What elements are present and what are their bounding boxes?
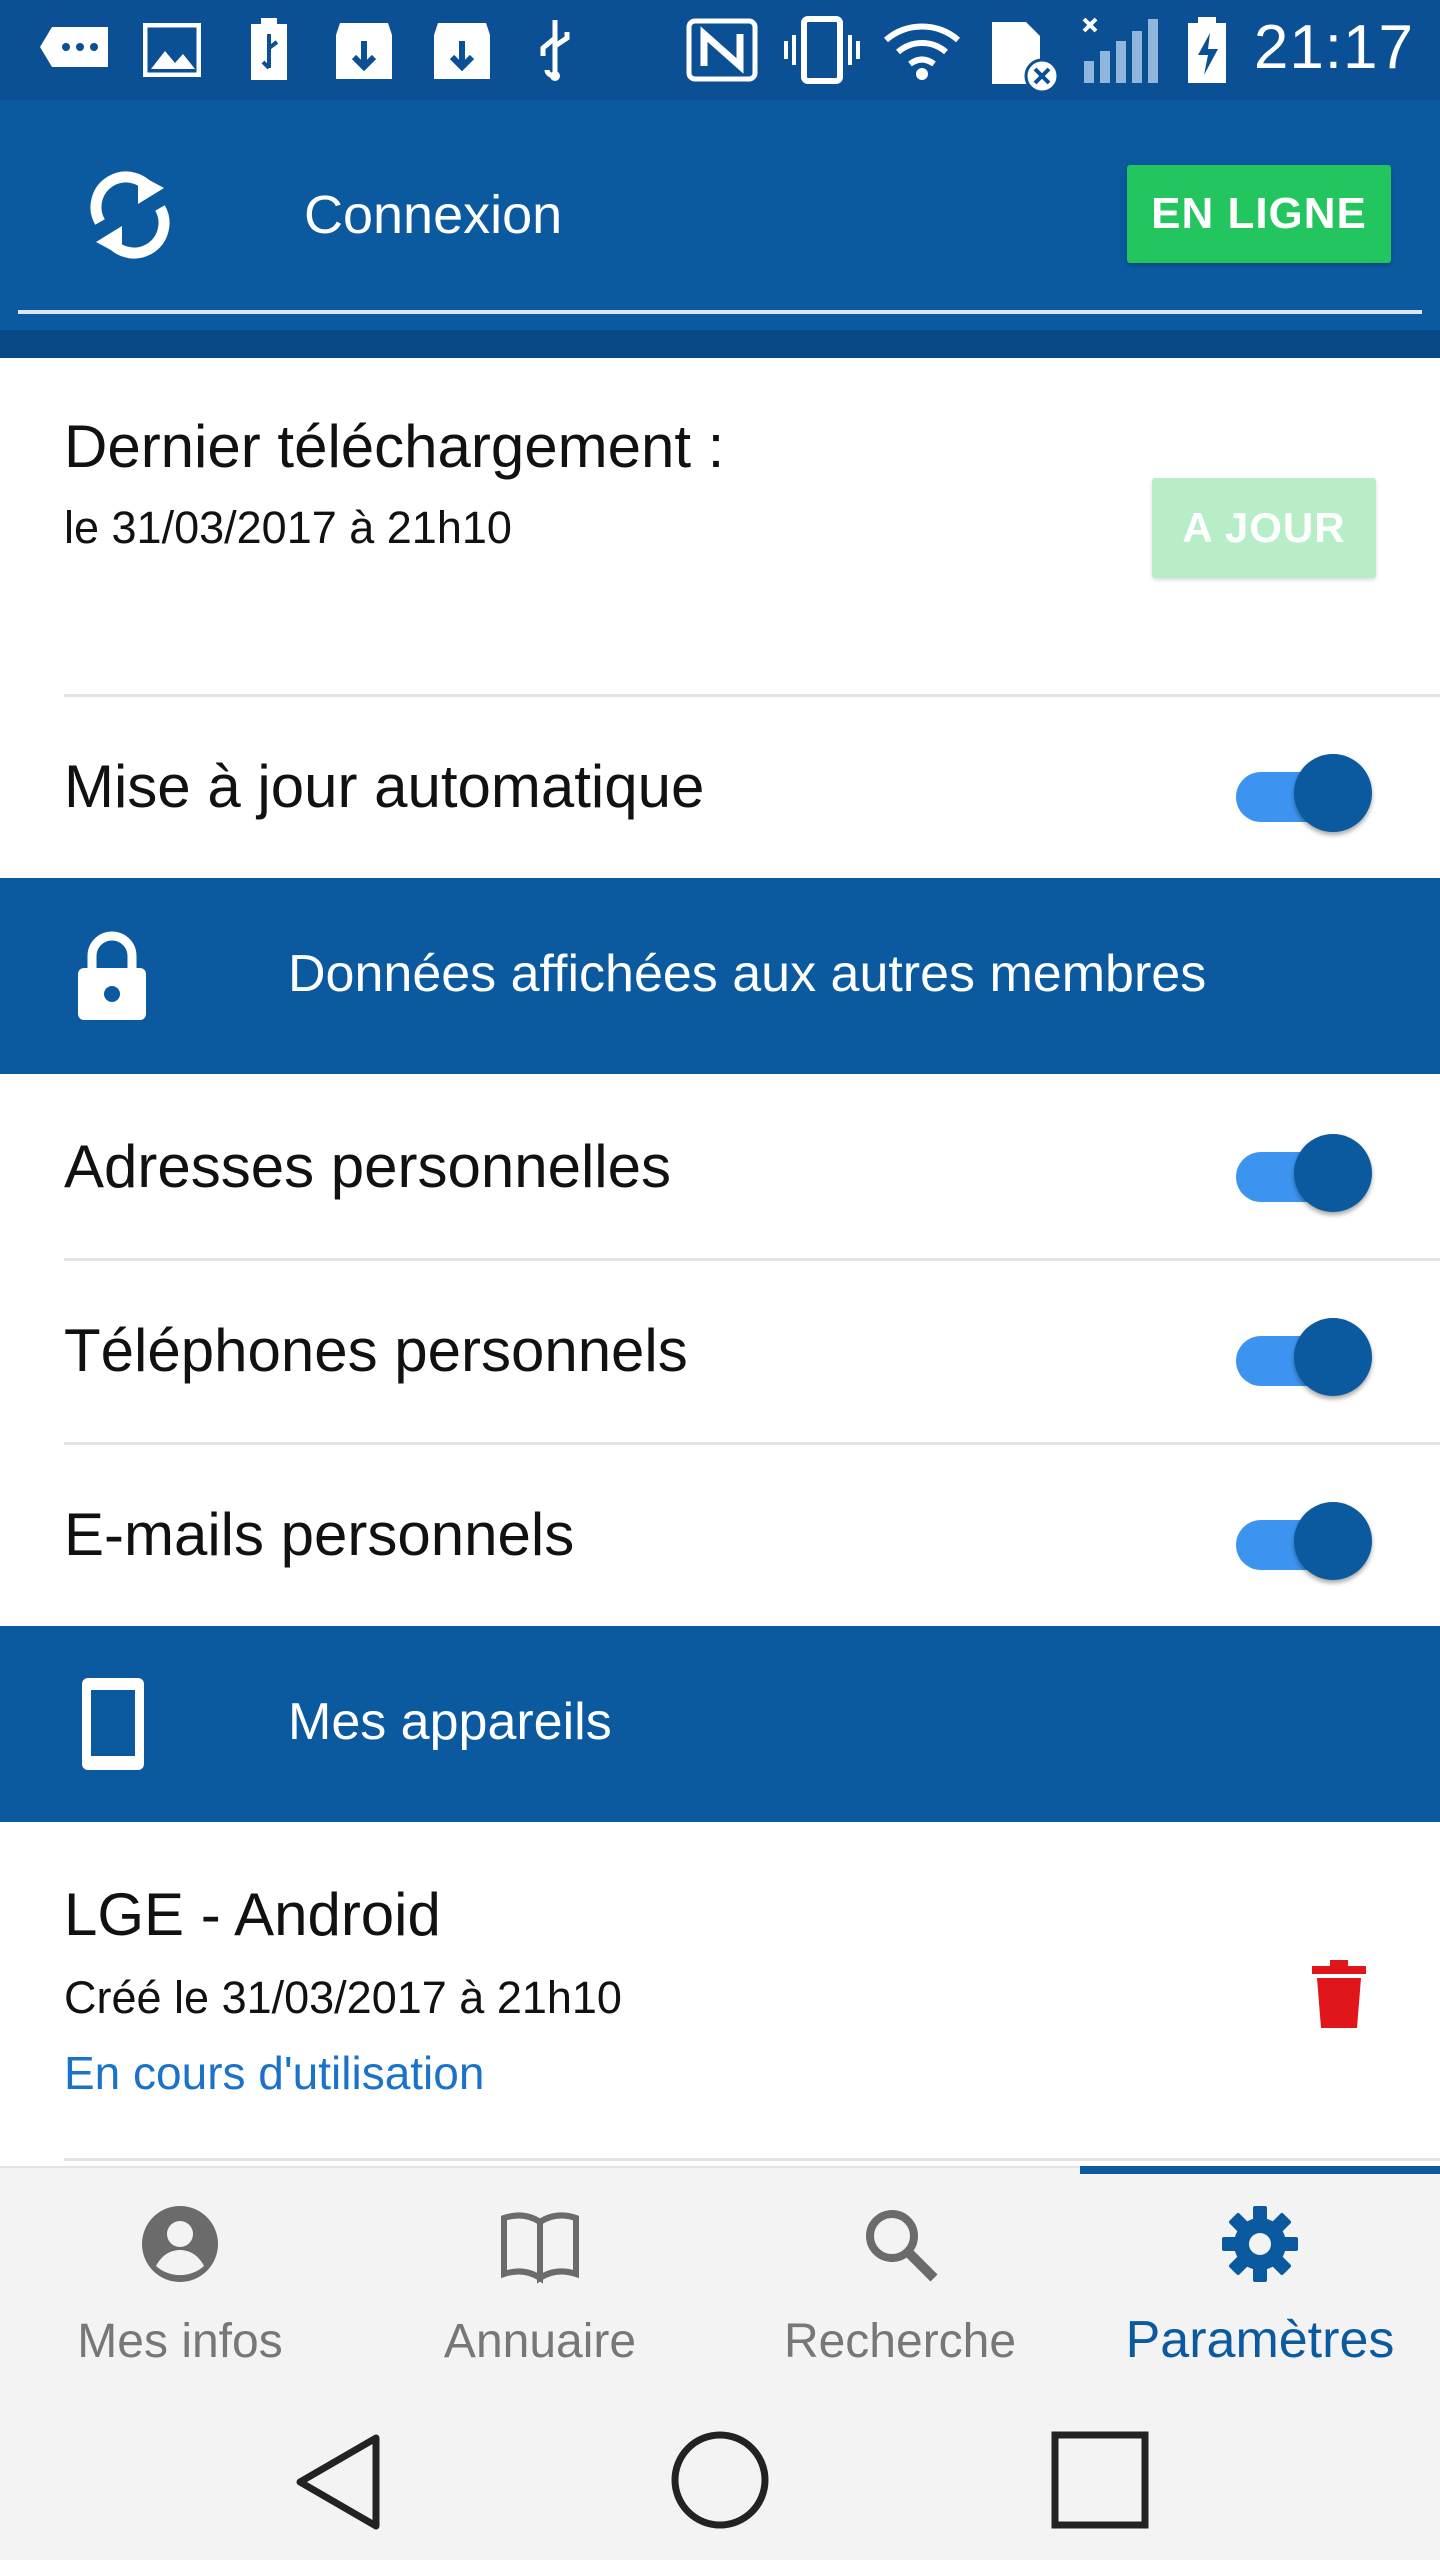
auto-update-label: Mise à jour automatique: [64, 753, 705, 820]
nav-item-mes-infos[interactable]: Mes infos: [0, 2168, 360, 2398]
device-status: En cours d'utilisation: [64, 2047, 485, 2099]
nav-label-recherche: Recherche: [783, 2315, 1017, 2368]
toggle-thumb: [1294, 1134, 1372, 1212]
bottom-navigation: Mes infos Annuaire Recherche Paramètres: [0, 2166, 1440, 2398]
trash-icon[interactable]: [1310, 1958, 1368, 2030]
online-status-button[interactable]: EN LIGNE: [1127, 165, 1391, 263]
toggle-thumb: [1294, 1502, 1372, 1580]
sync-icon[interactable]: [86, 166, 174, 264]
last-download-date: le 31/03/2017 à 21h10: [64, 502, 512, 553]
emails-toggle[interactable]: [1228, 1496, 1378, 1582]
download-icon: [428, 20, 496, 80]
download-icon: [330, 20, 398, 80]
phones-label: Téléphones personnels: [64, 1317, 688, 1384]
back-icon[interactable]: [292, 2432, 386, 2532]
system-navigation-bar: [0, 2396, 1440, 2560]
device-created: Créé le 31/03/2017 à 21h10: [64, 1972, 622, 2023]
up-to-date-button[interactable]: A JOUR: [1152, 478, 1376, 578]
toggle-thumb: [1294, 1318, 1372, 1396]
usb-icon: [244, 18, 294, 80]
active-tab-indicator: [1080, 2166, 1440, 2174]
vibrate-icon: [780, 16, 864, 84]
device-name: LGE - Android: [64, 1881, 441, 1948]
toggle-thumb: [1294, 754, 1372, 832]
battery-charging-icon: [1182, 17, 1232, 83]
phone-icon: [78, 1674, 148, 1774]
header-divider: [18, 310, 1422, 314]
account-circle-icon: [140, 2204, 220, 2284]
gallery-icon: [142, 20, 202, 80]
connection-header: Connexion EN LIGNE: [0, 100, 1440, 358]
header-shadow: [0, 330, 1440, 358]
nav-item-recherche[interactable]: Recherche: [720, 2168, 1080, 2398]
divider: [64, 694, 1440, 697]
nav-label-parametres: Paramètres: [1125, 2311, 1395, 2369]
nav-label-mes-infos: Mes infos: [77, 2315, 283, 2368]
book-icon: [500, 2204, 580, 2284]
devices-section-title: Mes appareils: [288, 1693, 612, 1751]
privacy-section-title: Données affichées aux autres membres: [288, 945, 1207, 1003]
nav-label-annuaire: Annuaire: [443, 2315, 637, 2368]
emails-label: E-mails personnels: [64, 1501, 575, 1568]
status-time: 21:17: [1253, 13, 1414, 82]
home-icon[interactable]: [670, 2430, 770, 2530]
phones-toggle[interactable]: [1228, 1312, 1378, 1398]
status-bar: 21:17: [0, 0, 1440, 100]
divider: [64, 2158, 1440, 2161]
search-icon: [860, 2204, 940, 2284]
recents-icon[interactable]: [1050, 2430, 1150, 2530]
lock-icon: [74, 930, 150, 1022]
sim-error-icon: [988, 20, 1060, 94]
addresses-toggle[interactable]: [1228, 1128, 1378, 1214]
messaging-icon: [36, 20, 112, 80]
divider: [64, 1442, 1440, 1445]
signal-icon: [1080, 17, 1162, 83]
auto-update-toggle[interactable]: [1228, 748, 1378, 834]
header-title: Connexion: [304, 185, 563, 245]
wifi-icon: [882, 20, 962, 80]
addresses-label: Adresses personnelles: [64, 1133, 672, 1200]
last-download-title: Dernier téléchargement :: [64, 413, 725, 480]
gear-icon: [1220, 2204, 1300, 2284]
devices-section-header: Mes appareils: [0, 1626, 1440, 1822]
usb-debug-icon: [530, 20, 580, 81]
nav-item-annuaire[interactable]: Annuaire: [360, 2168, 720, 2398]
nav-item-parametres[interactable]: Paramètres: [1080, 2168, 1440, 2398]
divider: [64, 1258, 1440, 1261]
nfc-icon: [684, 18, 760, 82]
privacy-section-header: Données affichées aux autres membres: [0, 878, 1440, 1074]
